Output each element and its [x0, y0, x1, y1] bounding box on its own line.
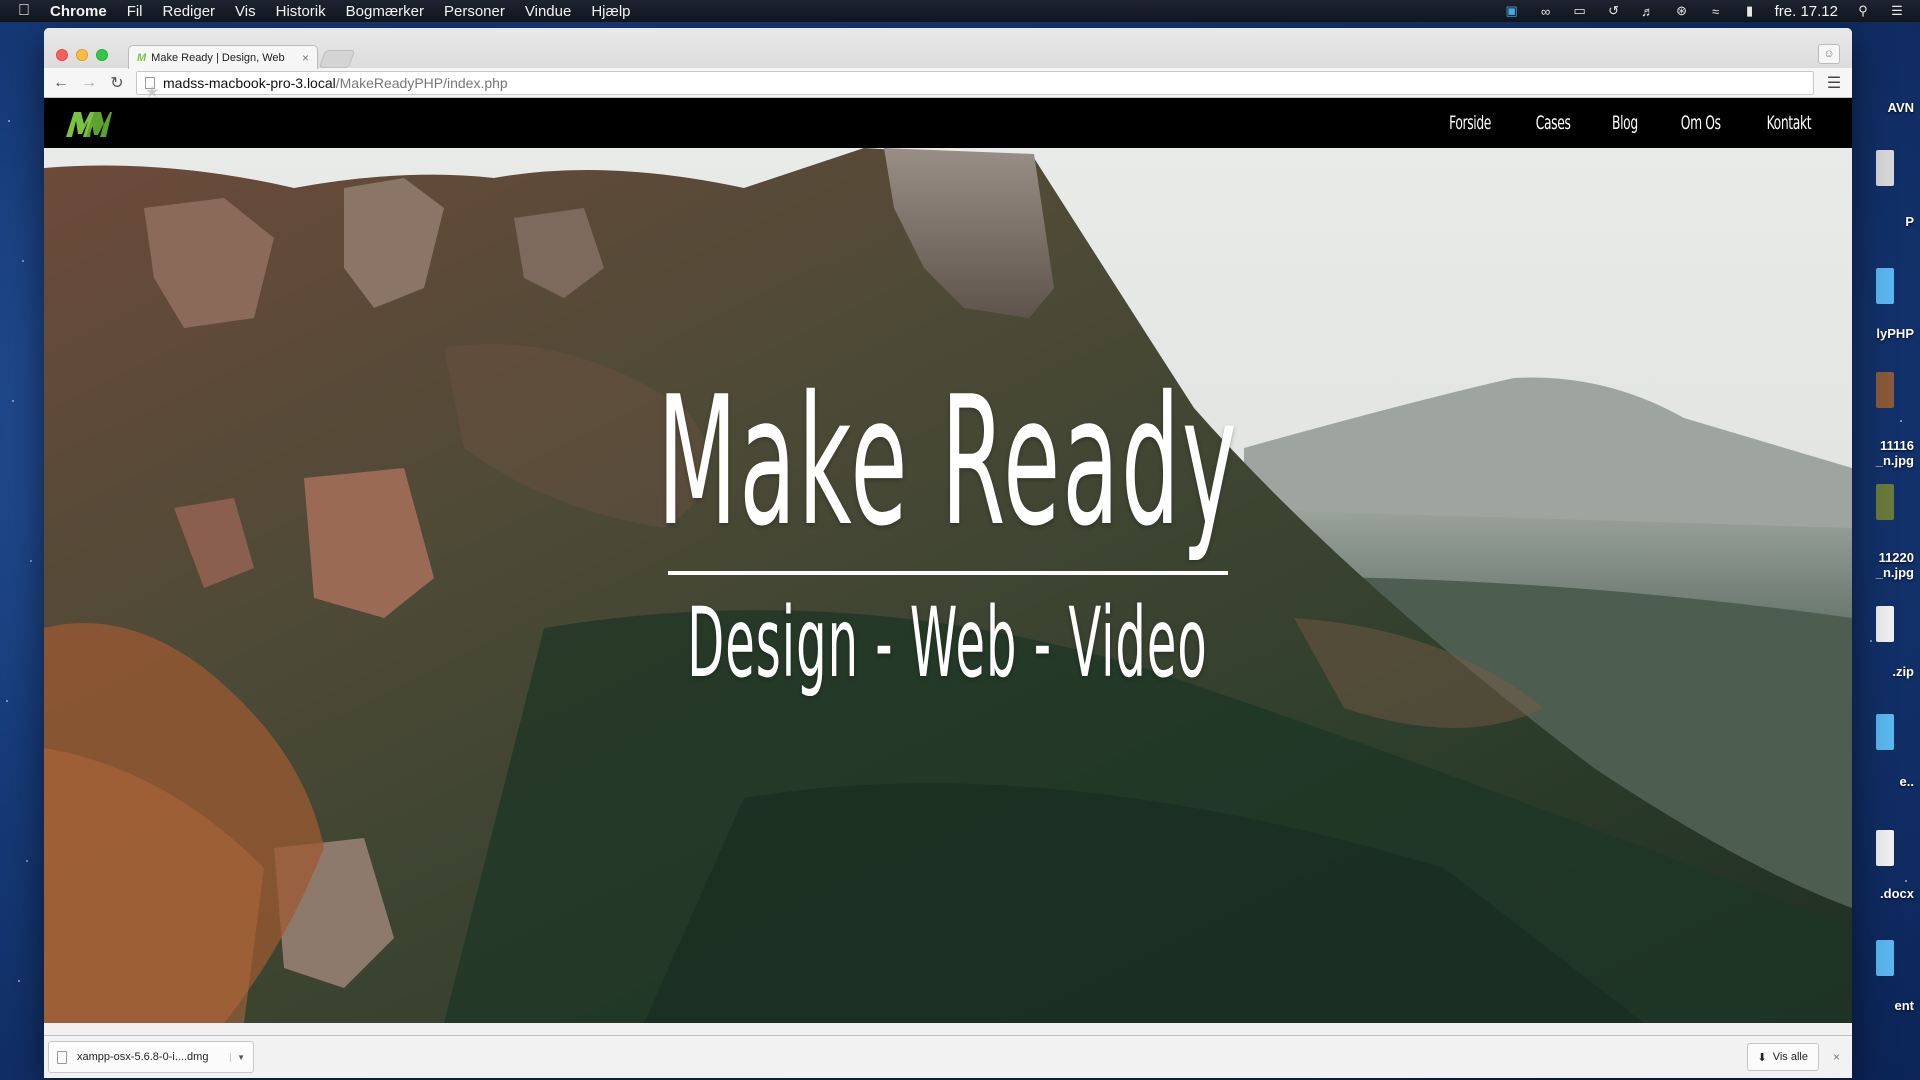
url-host: madss-macbook-pro-3.local [163, 74, 336, 91]
battery-icon[interactable]: ▮ [1741, 3, 1759, 18]
desktop-icon-label[interactable]: AVN [1888, 100, 1914, 115]
desktop-icon-label[interactable]: ent [1895, 998, 1915, 1013]
time-machine-icon[interactable]: ↺ [1605, 3, 1623, 18]
browser-toolbar: ← → ↻ madss-macbook-pro-3.local/MakeRead… [44, 68, 1852, 101]
download-filename: xampp-osx-5.6.8-0-i....dmg [77, 1051, 209, 1063]
skype-icon[interactable]: ▣ [1503, 3, 1521, 18]
notification-center-icon[interactable]: ☰ [1888, 3, 1906, 18]
desktop-icon-label[interactable]: 11220 _n.jpg [1876, 550, 1914, 580]
chrome-window: M Make Ready | Design, Web × ☺ ← → ↻ mad… [44, 28, 1852, 1078]
website-viewport: Forside Cases Blog Om Os Kontakt Make Re… [44, 98, 1852, 1023]
favicon-icon: M [137, 51, 147, 64]
menu-bogmaerker[interactable]: Bogmærker [346, 3, 424, 20]
nav-link-kontakt[interactable]: Kontakt [1767, 112, 1812, 134]
desktop-icon-label[interactable]: lyPHP [1876, 326, 1914, 341]
file-icon [57, 1050, 67, 1064]
close-window-button[interactable] [56, 49, 68, 61]
nav-link-cases[interactable]: Cases [1535, 112, 1570, 134]
wifi-icon[interactable]: ≈ [1707, 4, 1725, 19]
menu-vindue[interactable]: Vindue [525, 3, 571, 20]
apple-menu-icon[interactable]:  [18, 2, 30, 20]
spotlight-icon[interactable]: ⚲ [1854, 3, 1872, 18]
site-nav-links: Forside Cases Blog Om Os Kontakt [1441, 98, 1820, 148]
bluetooth-icon[interactable]: ⊛ [1673, 3, 1691, 18]
reload-icon[interactable]: ↻ [108, 73, 126, 93]
volume-icon[interactable]: ♬ [1639, 4, 1657, 19]
desktop-document-icon[interactable] [1876, 830, 1894, 866]
nav-link-forside[interactable]: Forside [1449, 112, 1491, 134]
profile-icon[interactable]: ☺ [1818, 44, 1840, 64]
tab-title: Make Ready | Design, Web [151, 51, 285, 64]
desktop-icon-label[interactable]: e.. [1900, 774, 1914, 789]
maximize-window-button[interactable] [96, 49, 108, 61]
url-path: /MakeReadyPHP/index.php [335, 74, 508, 91]
tab-make-ready[interactable]: M Make Ready | Design, Web × [128, 45, 318, 69]
forward-icon[interactable]: → [80, 74, 98, 92]
menu-historik[interactable]: Historik [276, 3, 326, 20]
show-all-downloads-button[interactable]: ⬇ Vis alle [1746, 1043, 1819, 1071]
chrome-menu-icon[interactable]: ☰ [1824, 73, 1844, 93]
hero-content: Make Ready Design - Web - Video [44, 358, 1852, 699]
menu-hjaelp[interactable]: Hjælp [591, 3, 630, 20]
menu-fil[interactable]: Fil [127, 3, 143, 20]
desktop-folder-icon[interactable] [1876, 714, 1894, 750]
menubar-clock[interactable]: fre. 17.12 [1775, 3, 1838, 20]
download-shelf: xampp-osx-5.6.8-0-i....dmg ▼ ⬇ Vis alle … [44, 1035, 1852, 1078]
back-icon[interactable]: ← [52, 74, 70, 92]
hero-subtitle: Design - Web - Video [687, 587, 1209, 699]
macos-menubar:  Chrome Fil Rediger Vis Historik Bogmær… [0, 0, 1920, 22]
tab-close-icon[interactable]: × [302, 51, 309, 65]
nav-link-blog[interactable]: Blog [1612, 112, 1638, 134]
site-navbar: Forside Cases Blog Om Os Kontakt [44, 98, 1852, 148]
chevron-down-icon[interactable]: ▼ [230, 1052, 245, 1062]
hero-divider [668, 571, 1228, 575]
bookmark-star-icon[interactable]: ★ [145, 81, 159, 101]
desktop-icon-label[interactable]: .docx [1880, 886, 1914, 901]
tab-strip: M Make Ready | Design, Web × ☺ [44, 28, 1852, 69]
menu-rediger[interactable]: Rediger [163, 3, 216, 20]
desktop-icon-label[interactable]: P [1905, 214, 1914, 229]
hero-title: Make Ready [657, 358, 1239, 565]
make-ready-logo[interactable] [64, 110, 112, 138]
desktop-icon-label[interactable]: .zip [1892, 664, 1914, 679]
desktop-zip-icon[interactable] [1876, 606, 1894, 642]
minimize-window-button[interactable] [76, 49, 88, 61]
hero-section: Make Ready Design - Web - Video [44, 148, 1852, 1023]
new-tab-button[interactable] [318, 50, 356, 68]
airplay-icon[interactable]: ▭ [1571, 3, 1589, 18]
desktop-image-icon[interactable] [1876, 484, 1894, 520]
download-arrow-icon: ⬇ [1757, 1051, 1767, 1064]
window-controls [56, 49, 108, 61]
creative-cloud-icon[interactable]: ∞ [1537, 4, 1555, 19]
download-item[interactable]: xampp-osx-5.6.8-0-i....dmg ▼ [48, 1041, 254, 1073]
desktop-icon-label[interactable]: 11116 _n.jpg [1876, 438, 1914, 468]
nav-link-om-os[interactable]: Om Os [1681, 112, 1721, 134]
close-downloads-icon[interactable]: × [1833, 1050, 1840, 1064]
desktop-folder-icon[interactable] [1876, 940, 1894, 976]
address-bar[interactable]: madss-macbook-pro-3.local/MakeReadyPHP/i… [136, 70, 1814, 101]
menu-personer[interactable]: Personer [444, 3, 505, 20]
desktop-folder-icon[interactable] [1876, 268, 1894, 304]
menu-vis[interactable]: Vis [235, 3, 256, 20]
menu-app-chrome[interactable]: Chrome [50, 3, 107, 20]
desktop-image-icon[interactable] [1876, 372, 1894, 408]
desktop-drive-icon[interactable] [1876, 150, 1894, 186]
show-all-label: Vis alle [1772, 1051, 1808, 1063]
